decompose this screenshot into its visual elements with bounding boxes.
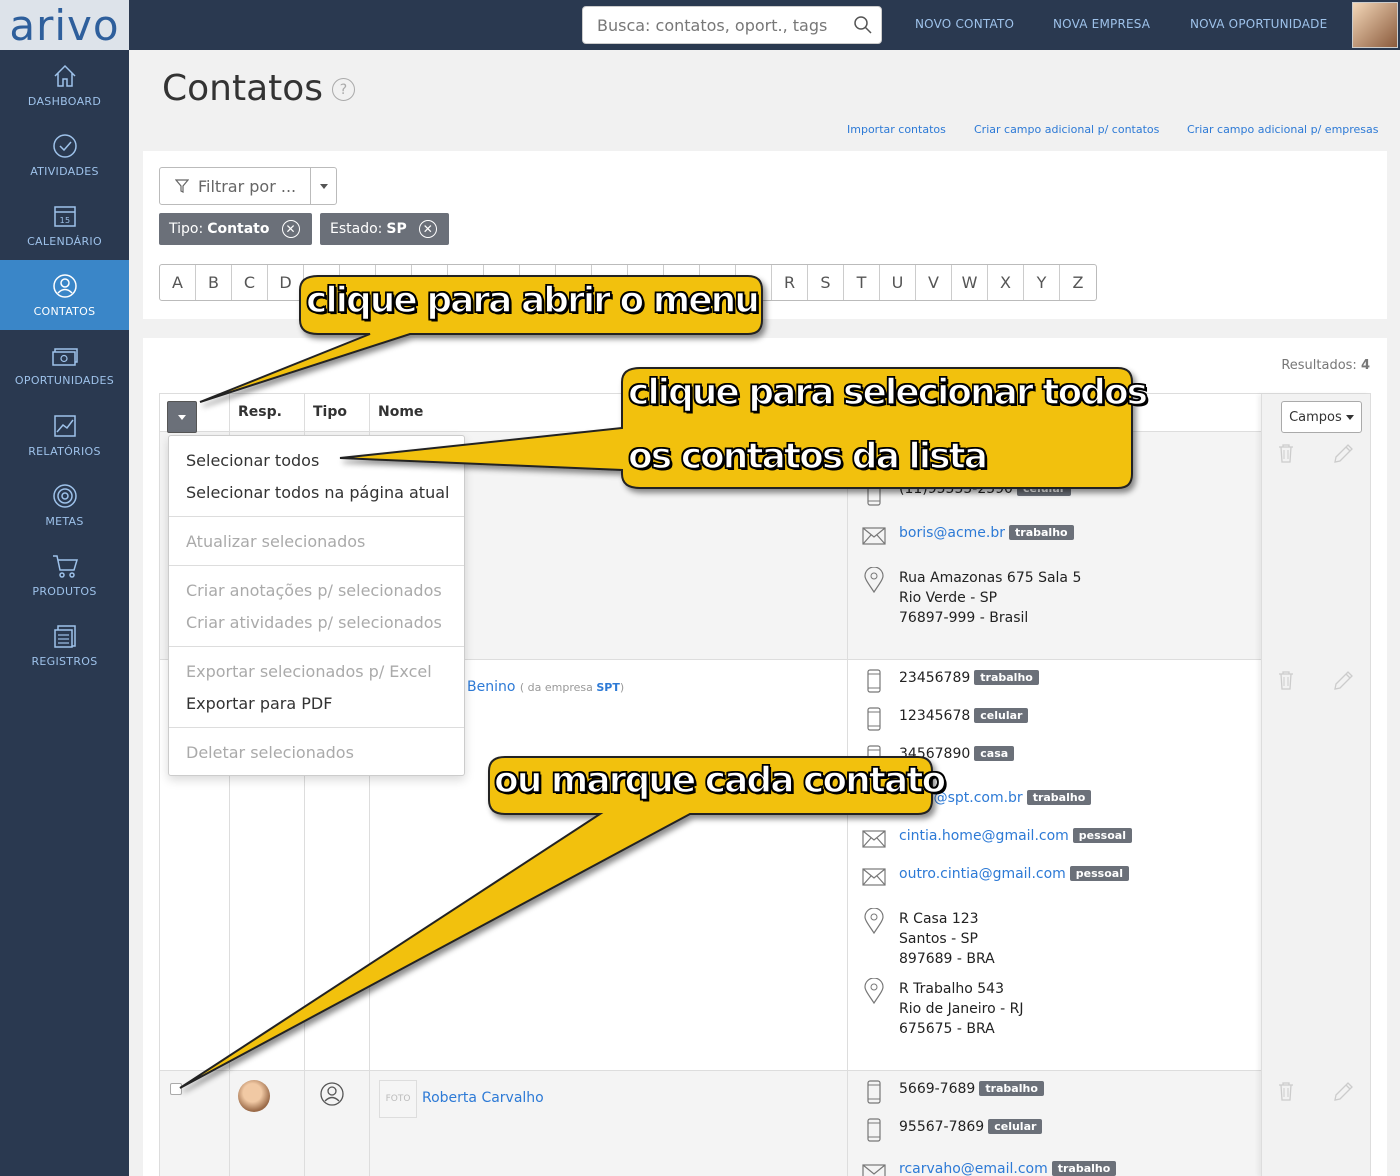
callout-select-all-line1: clique para selecionar todos <box>627 371 1149 414</box>
callout-bubbles <box>179 275 1133 1089</box>
callout-select-all-line2: os contatos da lista <box>627 435 989 478</box>
callout-open-menu: clique para abrir o menu <box>305 279 760 322</box>
callout-check-each: ou marque cada contato <box>493 759 947 802</box>
